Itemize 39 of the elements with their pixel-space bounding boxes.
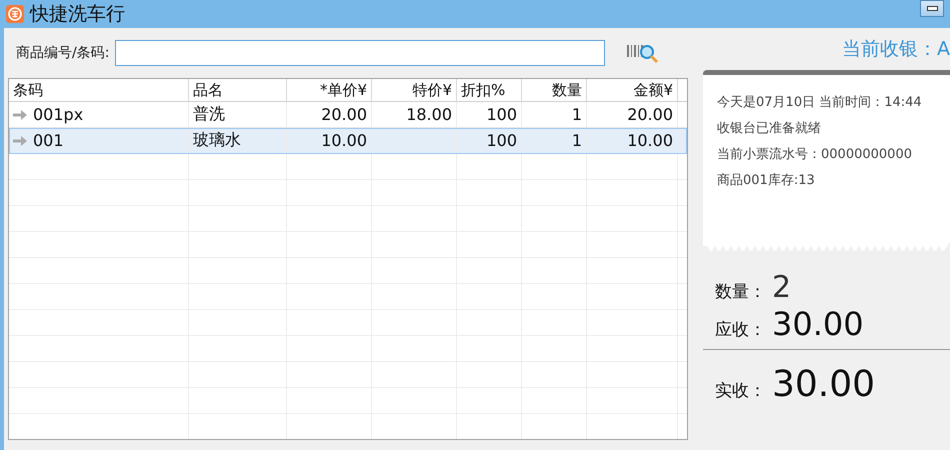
table-cell: 普洗 [193, 104, 225, 125]
receipt-line: 收银台已准备就绪 [717, 120, 822, 137]
table-cell: 100 [486, 105, 517, 124]
table-cell: 001px [33, 105, 84, 124]
window-title: 快捷洗车行 [30, 2, 125, 27]
receipt-line: 今天是07月10日 当前时间：14:44 [717, 94, 923, 111]
column-header[interactable]: 条码 [9, 79, 189, 101]
column-header[interactable]: 数量 [522, 79, 587, 101]
row-arrow-icon [13, 110, 27, 120]
receipt-line: 当前小票流水号：00000000000 [717, 146, 913, 163]
app-logo-icon [6, 5, 24, 23]
search-label: 商品编号/条码: [16, 44, 110, 62]
total-value: 30.00 [772, 364, 876, 405]
table-row[interactable]: 001 玻璃水 10.00 100 1 10.00 [9, 128, 687, 154]
table-cell: 10.00 [627, 131, 673, 150]
column-header[interactable]: 品名 [189, 79, 287, 101]
column-header[interactable]: 金额¥ [587, 79, 678, 101]
table-cell: 10.00 [321, 131, 367, 150]
total-value: 30.00 [772, 305, 864, 343]
total-label: 实收： [715, 380, 766, 402]
table-cell: 18.00 [406, 105, 452, 124]
minimize-button[interactable] [920, 0, 944, 17]
column-header[interactable]: *单价¥ [287, 79, 372, 101]
table-cell: 1 [572, 105, 582, 124]
search-field[interactable] [115, 40, 606, 66]
table-cell: 玻璃水 [193, 130, 241, 151]
total-label: 数量： [715, 281, 766, 303]
column-header[interactable]: 折扣% [457, 79, 522, 101]
total-value: 2 [772, 270, 792, 305]
table-cell: 100 [486, 131, 517, 150]
row-arrow-icon [13, 136, 27, 146]
receipt-line: 商品001库存:13 [717, 172, 816, 189]
total-label: 应收： [715, 319, 766, 341]
table-cell: 001 [33, 131, 64, 150]
table-cell: 1 [572, 131, 582, 150]
column-header[interactable]: 特价¥ [372, 79, 457, 101]
table-cell: 20.00 [627, 105, 673, 124]
cashier-label: 当前收银：A [842, 37, 950, 62]
table-cell: 20.00 [321, 105, 367, 124]
